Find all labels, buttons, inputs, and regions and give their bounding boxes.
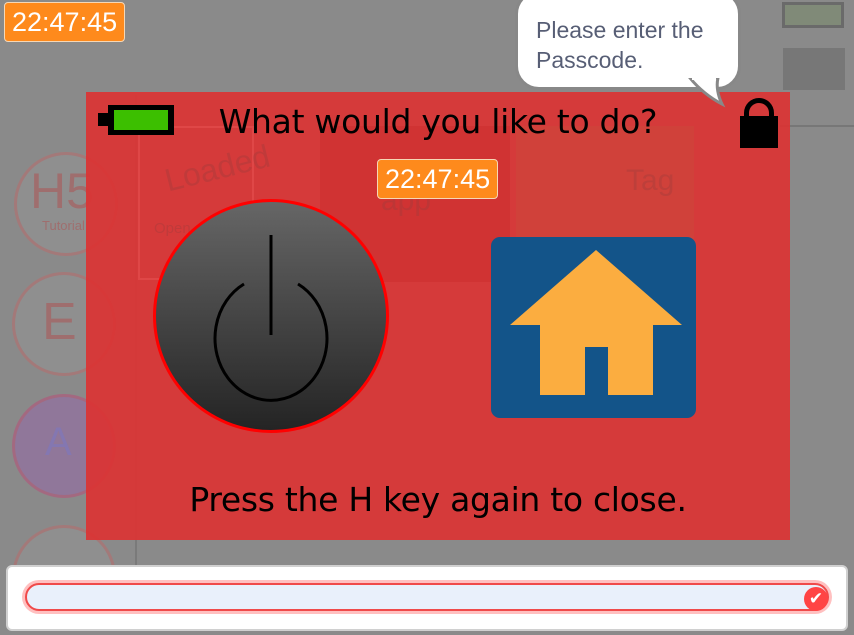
home-button[interactable] [491, 237, 696, 418]
close-instruction: Press the H key again to close. [189, 480, 687, 519]
bg-card-tag-label: Tag [626, 164, 675, 197]
speech-bubble-text: Please enter the Passcode. [536, 17, 704, 73]
bg-a-text: A [45, 420, 72, 464]
bg-screen-icon [783, 48, 845, 90]
action-dialog: Loaded Open app Tag What would you like … [86, 92, 790, 540]
bg-battery-icon [782, 2, 844, 28]
checkmark-icon[interactable]: ✔ [804, 587, 828, 611]
speech-bubble-tail [688, 78, 726, 108]
lock-icon[interactable] [740, 98, 778, 148]
speech-bubble: Please enter the Passcode. [515, 0, 741, 108]
bg-e-text: E [42, 293, 77, 351]
dialog-timer: 22:47:45 [377, 159, 499, 199]
bg-h5-sub: Tutorial [42, 218, 85, 233]
bg-header-line [780, 125, 854, 127]
home-icon [510, 250, 682, 395]
power-icon [213, 235, 329, 402]
answer-input[interactable] [25, 583, 829, 611]
answer-panel: ✔ [6, 565, 848, 631]
dialog-question: What would you like to do? [218, 102, 658, 141]
bg-h5-text: H5 [30, 163, 94, 219]
top-timer: 22:47:45 [4, 2, 126, 42]
power-button[interactable] [153, 199, 389, 433]
